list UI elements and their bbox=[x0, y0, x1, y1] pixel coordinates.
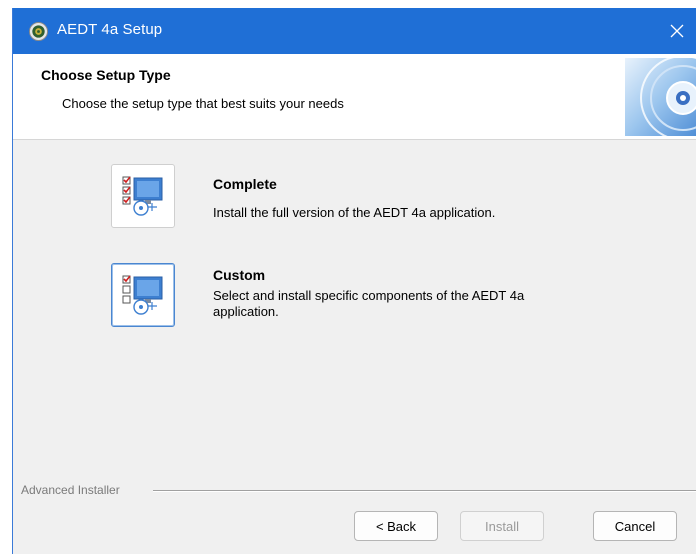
divider bbox=[153, 490, 696, 492]
title-bar: AEDT 4a Setup bbox=[13, 8, 696, 54]
complete-setup-icon bbox=[122, 176, 163, 216]
close-button[interactable] bbox=[657, 8, 696, 54]
complete-option-title: Complete bbox=[213, 176, 277, 192]
header-banner: Choose Setup Type Choose the setup type … bbox=[13, 54, 696, 140]
complete-setup-button[interactable] bbox=[111, 164, 175, 228]
complete-option-description: Install the full version of the AEDT 4a … bbox=[213, 205, 496, 220]
close-icon bbox=[670, 24, 684, 38]
cd-disc-icon bbox=[625, 58, 696, 136]
window-title: AEDT 4a Setup bbox=[57, 21, 163, 38]
branding-label: Advanced Installer bbox=[21, 483, 124, 497]
page-subtitle: Choose the setup type that best suits yo… bbox=[62, 96, 344, 111]
custom-option-description: Select and install specific components o… bbox=[213, 288, 525, 319]
custom-setup-icon bbox=[122, 275, 163, 315]
custom-option-title: Custom bbox=[213, 267, 266, 283]
installer-seal-icon bbox=[29, 22, 48, 41]
cancel-button[interactable]: Cancel bbox=[593, 511, 677, 541]
branding-row: Advanced Installer bbox=[13, 483, 696, 497]
back-button[interactable]: < Back bbox=[354, 511, 438, 541]
custom-setup-button[interactable] bbox=[111, 263, 175, 327]
page-title: Choose Setup Type bbox=[41, 67, 171, 83]
setup-dialog: AEDT 4a Setup Choose Setup Type Choose t… bbox=[12, 8, 696, 554]
install-button[interactable]: Install bbox=[460, 511, 544, 541]
